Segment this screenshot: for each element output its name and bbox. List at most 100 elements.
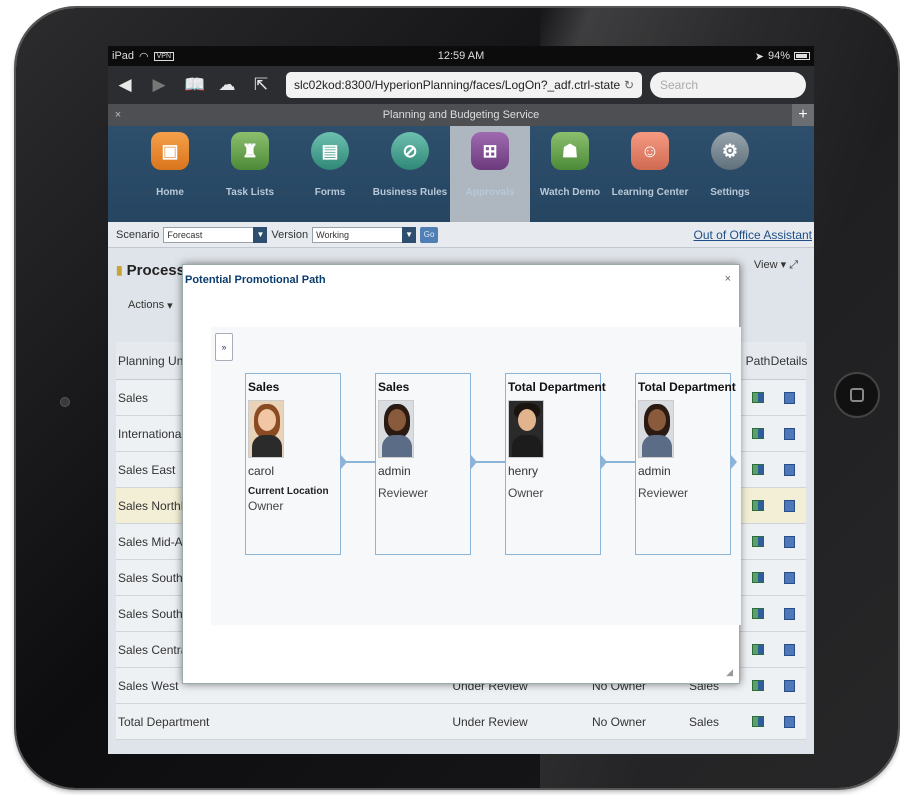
new-tab-button[interactable]: + — [792, 104, 814, 126]
details-icon[interactable] — [783, 463, 795, 476]
go-button[interactable]: Go — [420, 226, 439, 243]
nav-watch-demo[interactable]: ☗ Watch Demo — [530, 126, 610, 222]
status-bar: iPad ◠ VPN 12:59 AM ➤ 94% — [108, 46, 814, 66]
promotional-path-icon[interactable] — [752, 392, 764, 403]
node-department: Sales — [248, 380, 280, 394]
path-cell — [744, 392, 772, 403]
promotional-path-dialog: Potential Promotional Path × » Sales car… — [182, 264, 741, 684]
promotional-path-icon[interactable] — [752, 428, 764, 439]
details-cell — [772, 427, 806, 440]
reload-icon[interactable]: ↻ — [624, 78, 634, 92]
promotional-path-icon[interactable] — [752, 716, 764, 727]
tab-title[interactable]: Planning and Budgeting Service — [108, 109, 814, 121]
nav-forms-label: Forms — [314, 187, 346, 198]
nav-forms[interactable]: ▤ Forms — [290, 126, 370, 222]
camera-icon — [60, 397, 70, 407]
path-node-card[interactable]: Sales carol Current Location Owner — [245, 373, 341, 555]
learning-center-icon: ☺ — [631, 132, 669, 170]
details-cell — [772, 715, 806, 728]
nav-business-rules-label: Business Rules — [372, 187, 448, 198]
details-icon[interactable] — [783, 535, 795, 548]
path-cell — [744, 644, 772, 655]
nav-home[interactable]: ▣ Home — [130, 126, 210, 222]
owner-cell: No Owner — [591, 714, 647, 729]
promotional-path-icon[interactable] — [752, 644, 764, 655]
avatar — [508, 400, 544, 458]
task-list-icon: ♜ — [231, 132, 269, 170]
resize-handle-icon[interactable]: ◢ — [726, 667, 733, 678]
process-title: Process — [126, 261, 185, 279]
promotional-path-icon[interactable] — [752, 500, 764, 511]
details-cell — [772, 643, 806, 656]
url-text: slc02kod:8300/HyperionPlanning/faces/Log… — [294, 78, 620, 92]
cloud-tabs-icon[interactable]: ☁ — [218, 75, 236, 95]
node-department: Total Department — [508, 380, 606, 394]
view-menu[interactable]: View ▾ ⤢ — [754, 258, 798, 272]
details-icon[interactable] — [783, 715, 795, 728]
forms-icon: ▤ — [311, 132, 349, 170]
promotional-path-icon[interactable] — [752, 464, 764, 475]
browser-toolbar: ◀ ▶ 📖 ☁ ⇱ slc02kod:8300/HyperionPlanning… — [108, 66, 814, 104]
path-cell — [744, 536, 772, 547]
nav-learning-center-label: Learning Center — [611, 187, 689, 198]
path-cell — [744, 680, 772, 691]
home-hardware-button[interactable] — [834, 372, 880, 418]
details-icon[interactable] — [783, 643, 795, 656]
settings-icon: ⚙ — [711, 132, 749, 170]
nav-settings[interactable]: ⚙ Settings — [690, 126, 770, 222]
browser-tab-bar: × Planning and Budgeting Service + — [108, 104, 814, 126]
nav-watch-demo-label: Watch Demo — [539, 187, 601, 198]
version-select[interactable]: Working ▼ — [312, 226, 417, 243]
location-cell: Sales — [688, 714, 720, 729]
search-input[interactable]: Search — [650, 72, 806, 98]
details-icon[interactable] — [783, 607, 795, 620]
nav-task-lists[interactable]: ♜ Task Lists — [210, 126, 290, 222]
view-label: View — [753, 259, 778, 271]
expand-panel-icon[interactable]: » — [215, 333, 233, 361]
status-cell: Under Review — [452, 714, 528, 729]
search-placeholder: Search — [660, 78, 699, 92]
table-row[interactable]: Total Department Under Review No Owner Sale… — [116, 704, 806, 740]
pov-toolbar: Scenario Forecast ▼ Version Working ▼ Go… — [108, 222, 814, 248]
nav-approvals[interactable]: ⊞ Approvals — [450, 126, 530, 222]
promotional-path-icon[interactable] — [752, 680, 764, 691]
nav-settings-label: Settings — [710, 187, 750, 198]
path-node-card[interactable]: Total Department henry Owner — [505, 373, 606, 555]
watch-demo-icon: ☗ — [551, 132, 589, 170]
node-user: henry — [508, 464, 539, 478]
path-node-card[interactable]: Sales admin Reviewer — [375, 373, 471, 555]
chevron-down-icon: ▼ — [402, 226, 417, 243]
bookmarks-icon[interactable]: 📖 — [184, 75, 205, 95]
scenario-select[interactable]: Forecast ▼ — [163, 226, 268, 243]
avatar — [248, 400, 284, 458]
close-icon[interactable]: × — [725, 273, 731, 285]
planning-unit-cell: Total Department — [118, 714, 210, 729]
node-role: Owner — [508, 486, 544, 500]
details-icon[interactable] — [783, 427, 795, 440]
details-cell — [772, 499, 806, 512]
path-node-card[interactable]: Total Department admin Reviewer — [635, 373, 736, 555]
back-arrow-icon[interactable]: ◀ — [116, 75, 134, 95]
details-header: Details — [770, 353, 808, 368]
out-of-office-link[interactable]: Out of Office Assistant — [694, 228, 815, 242]
path-cell — [744, 716, 772, 727]
promotional-path-icon[interactable] — [752, 608, 764, 619]
details-icon[interactable] — [783, 571, 795, 584]
details-icon[interactable] — [783, 499, 795, 512]
path-header: Path — [745, 353, 771, 368]
share-icon[interactable]: ⇱ — [252, 75, 270, 95]
node-department: Total Department — [638, 380, 736, 394]
address-bar[interactable]: slc02kod:8300/HyperionPlanning/faces/Log… — [286, 72, 642, 98]
nav-business-rules[interactable]: ⊘ Business Rules — [370, 126, 450, 222]
path-connector-arrow — [731, 455, 737, 469]
nav-home-label: Home — [156, 187, 184, 198]
dialog-title: Potential Promotional Path — [185, 274, 326, 286]
details-icon[interactable] — [783, 679, 795, 692]
promotional-path-icon[interactable] — [752, 572, 764, 583]
details-icon[interactable] — [783, 391, 795, 404]
forward-arrow-icon[interactable]: ▶ — [150, 75, 168, 95]
ipad-screen: iPad ◠ VPN 12:59 AM ➤ 94% ◀ ▶ 📖 ☁ ⇱ slc0… — [108, 46, 814, 754]
node-department: Sales — [378, 380, 410, 394]
promotional-path-icon[interactable] — [752, 536, 764, 547]
nav-learning-center[interactable]: ☺ Learning Center — [610, 126, 690, 222]
